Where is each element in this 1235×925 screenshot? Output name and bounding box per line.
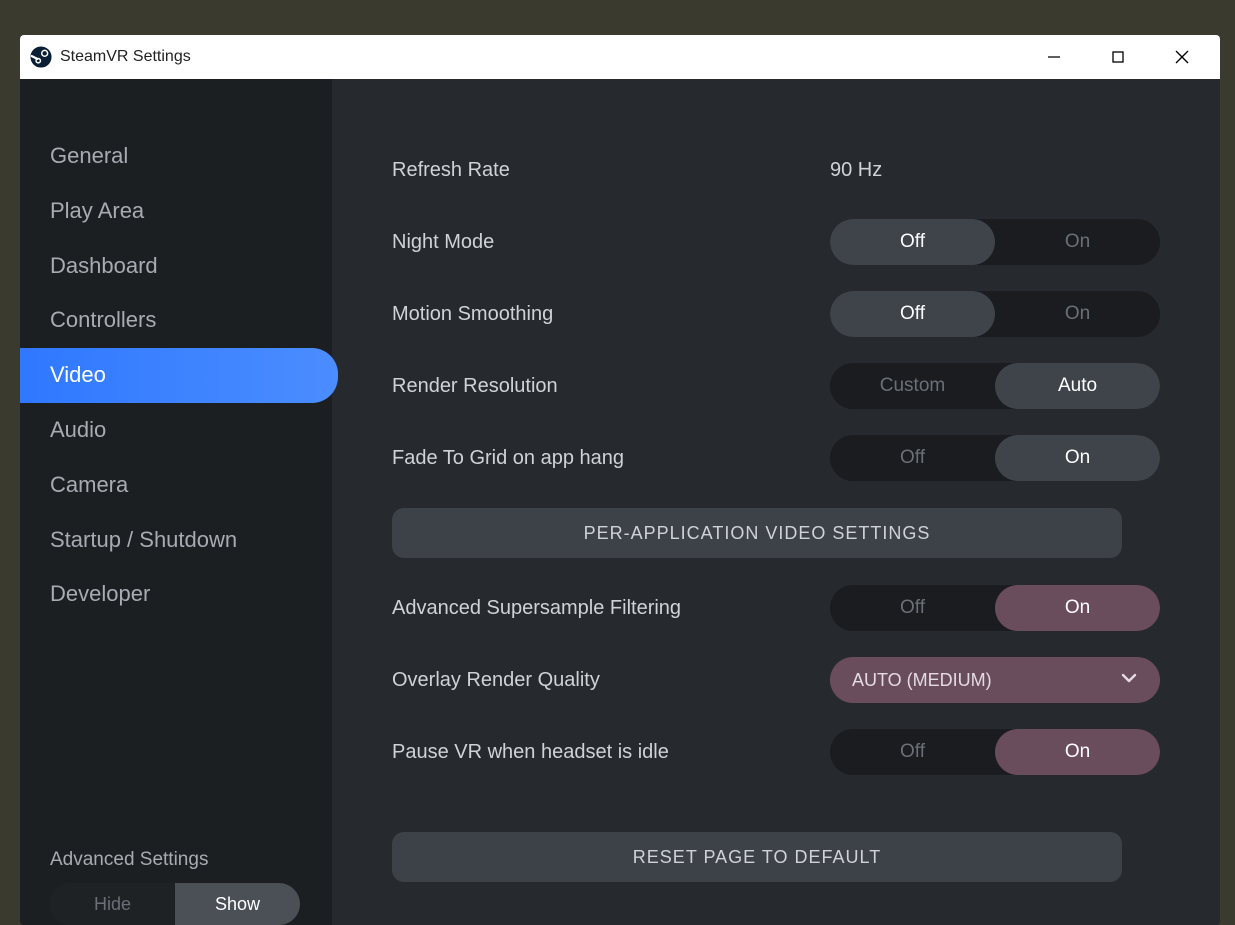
titlebar: SteamVR Settings <box>20 35 1220 79</box>
sidebar-item-startup-shutdown[interactable]: Startup / Shutdown <box>20 513 338 568</box>
overlay-quality-label: Overlay Render Quality <box>392 669 830 692</box>
overlay-quality-dropdown[interactable]: AUTO (MEDIUM) <box>830 657 1160 703</box>
motion-smoothing-on[interactable]: On <box>995 291 1160 337</box>
supersample-toggle[interactable]: Off On <box>830 585 1160 631</box>
sidebar-item-developer[interactable]: Developer <box>20 567 338 622</box>
window-controls <box>1036 42 1200 72</box>
pause-idle-toggle[interactable]: Off On <box>830 729 1160 775</box>
render-resolution-custom[interactable]: Custom <box>830 363 995 409</box>
advanced-settings-toggle[interactable]: Hide Show <box>50 883 300 925</box>
pause-idle-off[interactable]: Off <box>830 729 995 775</box>
motion-smoothing-label: Motion Smoothing <box>392 303 830 326</box>
refresh-rate-row: Refresh Rate 90 Hz <box>392 134 1160 206</box>
content-panel: Refresh Rate 90 Hz Night Mode Off On Mot… <box>332 79 1220 925</box>
render-resolution-label: Render Resolution <box>392 375 830 398</box>
supersample-on[interactable]: On <box>995 585 1160 631</box>
supersample-label: Advanced Supersample Filtering <box>392 597 830 620</box>
refresh-rate-label: Refresh Rate <box>392 159 830 182</box>
night-mode-on[interactable]: On <box>995 219 1160 265</box>
window-title: SteamVR Settings <box>60 48 1036 66</box>
fade-to-grid-off[interactable]: Off <box>830 435 995 481</box>
chevron-down-icon <box>1120 669 1138 692</box>
overlay-quality-row: Overlay Render Quality AUTO (MEDIUM) <box>392 644 1160 716</box>
supersample-off[interactable]: Off <box>830 585 995 631</box>
fade-to-grid-toggle[interactable]: Off On <box>830 435 1160 481</box>
sidebar-item-play-area[interactable]: Play Area <box>20 184 338 239</box>
sidebar-item-general[interactable]: General <box>20 129 338 184</box>
sidebar-item-video[interactable]: Video <box>20 348 338 403</box>
motion-smoothing-toggle[interactable]: Off On <box>830 291 1160 337</box>
sidebar-item-controllers[interactable]: Controllers <box>20 293 338 348</box>
night-mode-label: Night Mode <box>392 231 830 254</box>
sidebar-item-audio[interactable]: Audio <box>20 403 338 458</box>
night-mode-toggle[interactable]: Off On <box>830 219 1160 265</box>
per-application-settings-button[interactable]: PER-APPLICATION VIDEO SETTINGS <box>392 508 1122 558</box>
advanced-hide-option[interactable]: Hide <box>50 883 175 925</box>
window-body: General Play Area Dashboard Controllers … <box>20 79 1220 925</box>
fade-to-grid-label: Fade To Grid on app hang <box>392 447 830 470</box>
pause-idle-label: Pause VR when headset is idle <box>392 741 830 764</box>
minimize-button[interactable] <box>1036 42 1072 72</box>
night-mode-off[interactable]: Off <box>830 219 995 265</box>
motion-smoothing-row: Motion Smoothing Off On <box>392 278 1160 350</box>
render-resolution-auto[interactable]: Auto <box>995 363 1160 409</box>
steamvr-icon <box>30 46 52 68</box>
sidebar: General Play Area Dashboard Controllers … <box>20 79 332 925</box>
overlay-quality-value: AUTO (MEDIUM) <box>852 670 992 691</box>
pause-idle-on[interactable]: On <box>995 729 1160 775</box>
pause-idle-row: Pause VR when headset is idle Off On <box>392 716 1160 788</box>
advanced-settings-label: Advanced Settings <box>20 849 332 883</box>
render-resolution-row: Render Resolution Custom Auto <box>392 350 1160 422</box>
advanced-show-option[interactable]: Show <box>175 883 300 925</box>
settings-window: SteamVR Settings General Play Area Dashb… <box>20 35 1220 925</box>
maximize-button[interactable] <box>1100 42 1136 72</box>
motion-smoothing-off[interactable]: Off <box>830 291 995 337</box>
night-mode-row: Night Mode Off On <box>392 206 1160 278</box>
sidebar-item-camera[interactable]: Camera <box>20 458 338 513</box>
render-resolution-toggle[interactable]: Custom Auto <box>830 363 1160 409</box>
supersample-row: Advanced Supersample Filtering Off On <box>392 572 1160 644</box>
reset-page-button[interactable]: RESET PAGE TO DEFAULT <box>392 832 1122 882</box>
refresh-rate-value: 90 Hz <box>830 159 1160 182</box>
fade-to-grid-on[interactable]: On <box>995 435 1160 481</box>
fade-to-grid-row: Fade To Grid on app hang Off On <box>392 422 1160 494</box>
close-button[interactable] <box>1164 42 1200 72</box>
sidebar-item-dashboard[interactable]: Dashboard <box>20 239 338 294</box>
